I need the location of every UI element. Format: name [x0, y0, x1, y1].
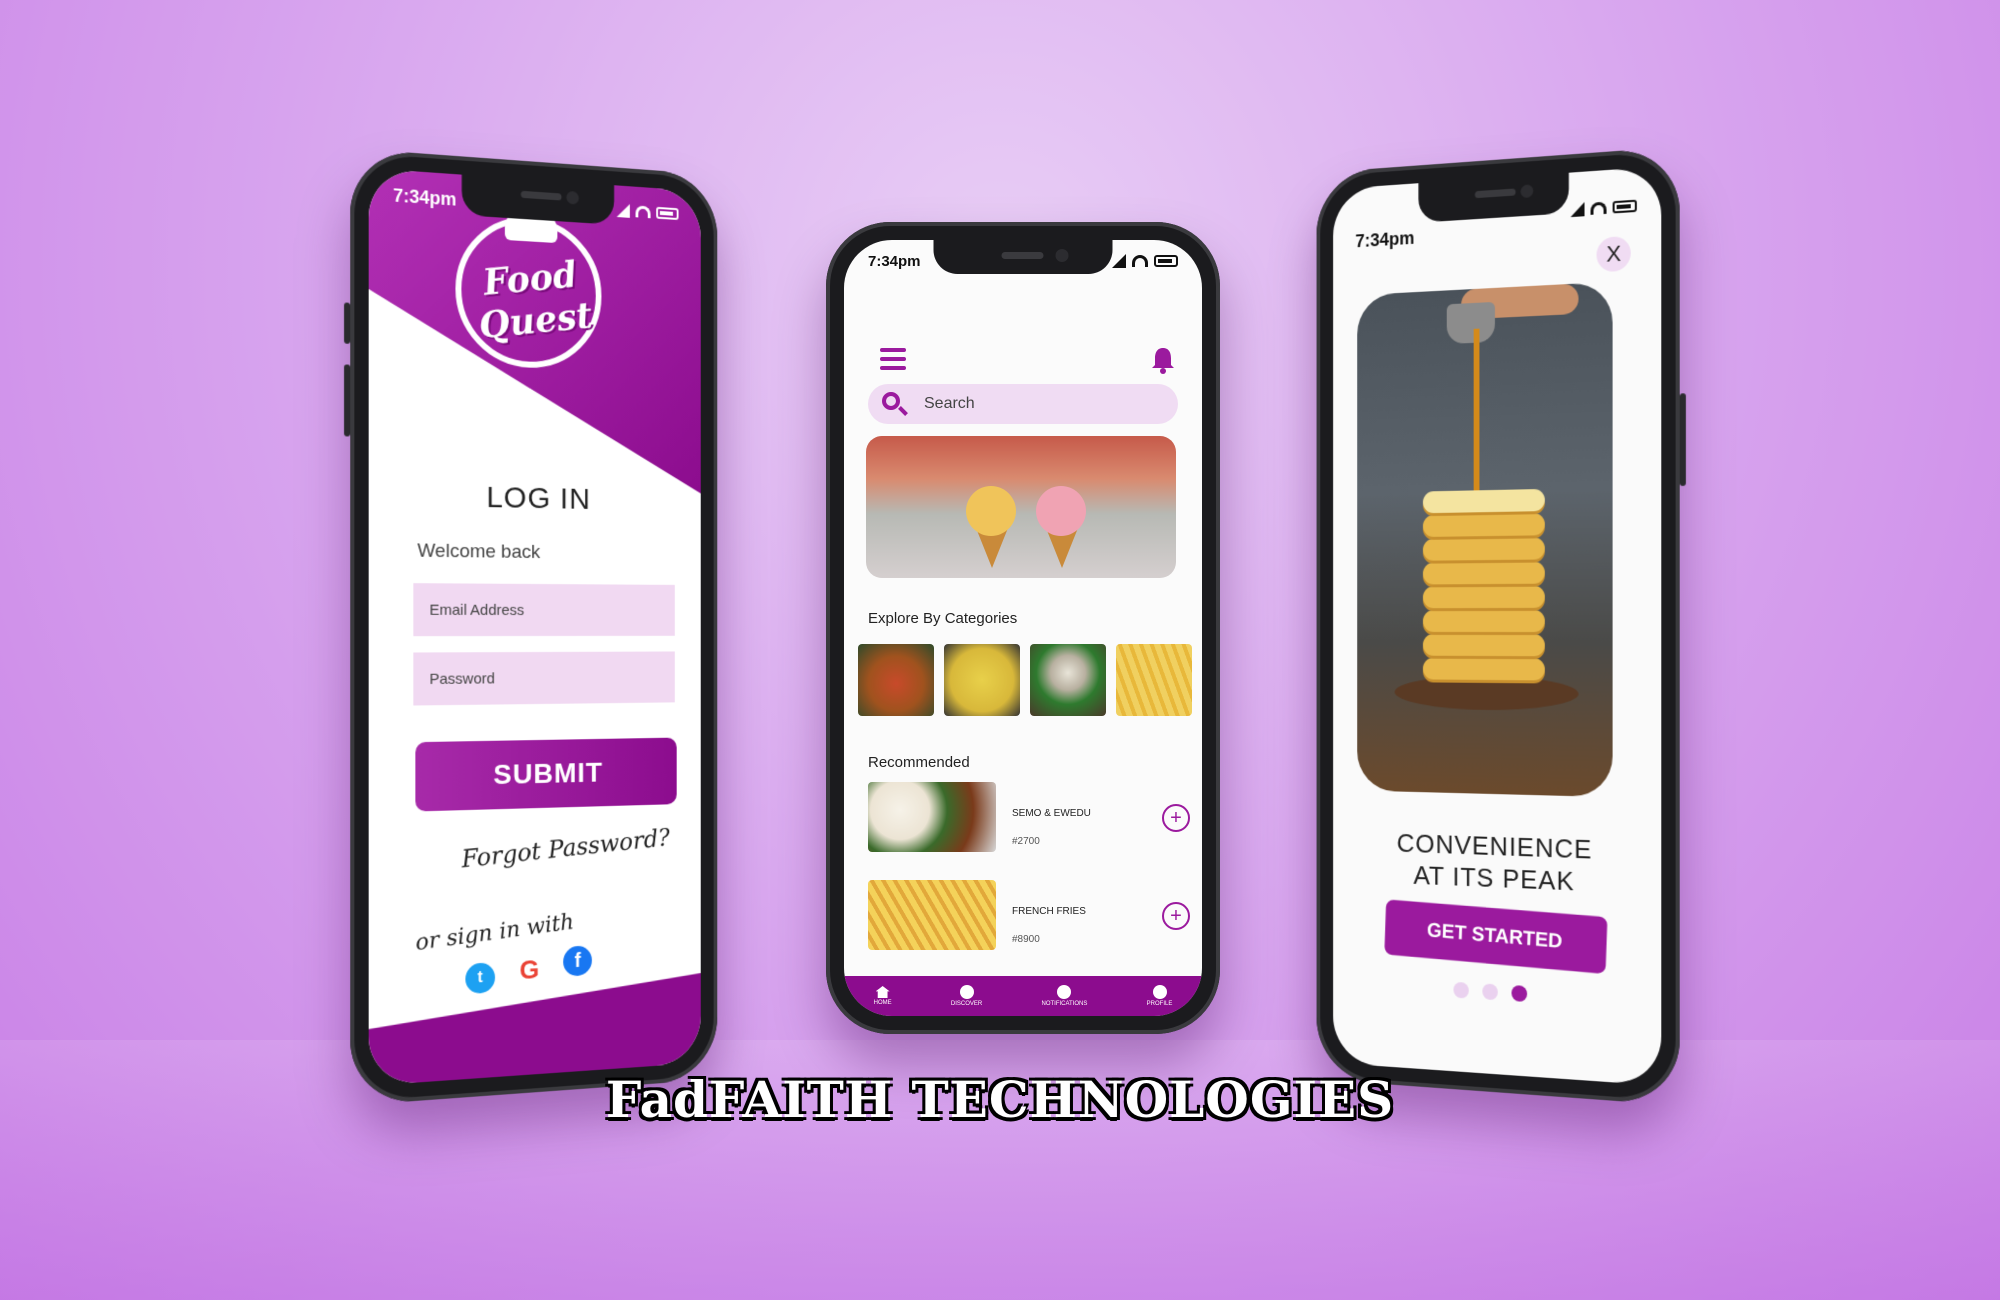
get-started-button[interactable]: GET STARTED	[1384, 899, 1608, 974]
recommended-heading: Recommended	[868, 754, 970, 771]
add-to-cart-icon[interactable]: +	[1162, 902, 1190, 930]
category-soup[interactable]	[858, 644, 934, 716]
wifi-icon	[1590, 201, 1607, 215]
recommended-item-name: FRENCH FRIES	[1012, 906, 1086, 917]
login-footer-banner	[369, 973, 701, 1086]
search-icon	[882, 392, 900, 410]
status-time: 7:34pm	[868, 252, 921, 270]
volume-up-button	[344, 364, 351, 437]
hero-banner-image[interactable]	[866, 436, 1176, 578]
signal-icon	[616, 203, 630, 218]
login-screen: 7:34pm Food Quest LOG IN Welcome back Em…	[368, 168, 701, 1086]
mute-switch	[344, 302, 351, 344]
onboarding-screen: 7:34pm X CONVENIENCE AT ITS PEAK GET STA…	[1333, 166, 1662, 1086]
wifi-icon	[635, 205, 651, 219]
compass-icon	[959, 985, 974, 999]
menu-icon[interactable]	[880, 348, 906, 370]
recommended-item-name: SEMO & EWEDU	[1012, 808, 1091, 819]
category-fried-rice[interactable]	[944, 644, 1020, 716]
wifi-icon	[1132, 255, 1148, 267]
signal-icon	[1112, 254, 1126, 268]
semo-ewedu-image[interactable]	[868, 782, 996, 852]
battery-icon	[656, 206, 679, 221]
bell-icon[interactable]	[1150, 346, 1176, 374]
submit-button[interactable]: SUBMIT	[415, 737, 677, 812]
bottom-nav: HOME DISCOVER NOTIFICATIONS PROFILE	[844, 976, 1202, 1016]
page-dot[interactable]	[1453, 981, 1469, 999]
add-to-cart-icon[interactable]: +	[1162, 804, 1190, 832]
facebook-icon[interactable]: f	[563, 945, 592, 977]
category-fries[interactable]	[1116, 644, 1192, 716]
email-field[interactable]: Email Address	[413, 583, 675, 637]
welcome-text: Welcome back	[417, 540, 541, 564]
status-time: 7:34pm	[1355, 227, 1415, 251]
password-field[interactable]: Password	[413, 651, 675, 706]
status-bar: 7:34pm	[868, 246, 1178, 276]
or-sign-in-label: or sign in with	[414, 909, 575, 957]
category-swallow[interactable]	[1030, 644, 1106, 716]
nav-discover[interactable]: DISCOVER	[951, 985, 982, 1007]
forgot-password-link[interactable]: Forgot Password?	[461, 823, 671, 873]
french-fries-image[interactable]	[868, 880, 996, 950]
battery-icon	[1612, 199, 1637, 214]
pancake-image	[1357, 281, 1613, 798]
nav-home[interactable]: HOME	[874, 986, 892, 1006]
twitter-icon[interactable]: t	[465, 962, 496, 995]
profile-icon	[1152, 985, 1167, 999]
home-screen: 7:34pm Search Explore By Categories Reco…	[844, 240, 1202, 1016]
google-icon[interactable]: G	[514, 953, 544, 986]
onboarding-headline: CONVENIENCE AT ITS PEAK	[1333, 825, 1661, 901]
status-icons	[616, 203, 679, 221]
home-icon	[875, 986, 890, 998]
home-phone: 7:34pm Search Explore By Categories Reco…	[826, 222, 1220, 1034]
search-placeholder: Search	[924, 395, 975, 412]
categories-heading: Explore By Categories	[868, 610, 1018, 627]
status-time: 7:34pm	[393, 184, 457, 210]
recommended-item-price: #2700	[1012, 836, 1040, 847]
page-dot-active[interactable]	[1511, 985, 1528, 1002]
page-dot[interactable]	[1482, 983, 1498, 1001]
search-input[interactable]: Search	[868, 384, 1178, 424]
status-icons	[1112, 254, 1178, 268]
onboarding-phone: 7:34pm X CONVENIENCE AT ITS PEAK GET STA…	[1316, 146, 1686, 1106]
nav-notifications[interactable]: NOTIFICATIONS	[1042, 985, 1087, 1007]
page-indicator	[1453, 981, 1528, 1002]
power-button	[1679, 393, 1686, 487]
battery-icon	[1154, 255, 1178, 267]
recommended-item-price: #8900	[1012, 934, 1040, 945]
login-phone: 7:34pm Food Quest LOG IN Welcome back Em…	[344, 148, 718, 1106]
signal-icon	[1570, 202, 1585, 218]
page-title: LOG IN	[486, 480, 591, 516]
status-icons	[1570, 199, 1637, 218]
nav-profile[interactable]: PROFILE	[1147, 985, 1172, 1007]
notifications-icon	[1057, 985, 1072, 999]
brand-watermark: FadFAITH TECHNOLOGIES	[605, 1070, 1395, 1129]
